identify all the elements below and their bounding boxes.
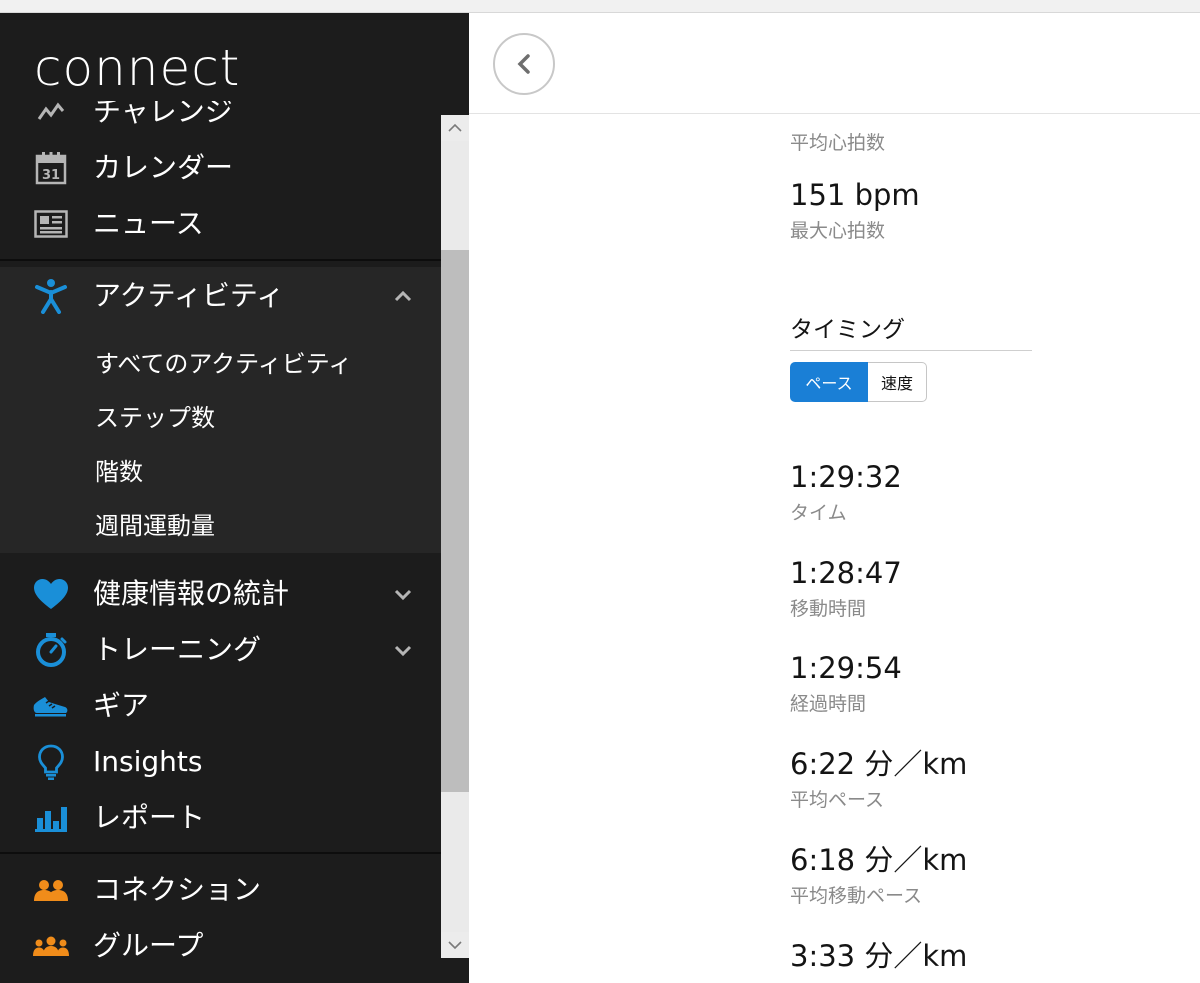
lightbulb-icon: [33, 744, 69, 780]
browser-top-edge: [0, 0, 1200, 13]
back-button[interactable]: [493, 33, 555, 95]
stat-avg-heart-rate: 平均心拍数: [790, 115, 885, 153]
sidebar-item-gear[interactable]: ギア: [0, 679, 441, 733]
stat-value: [790, 115, 885, 122]
sidebar-item-label: チャレンジ: [93, 101, 233, 128]
sidebar-item-label: グループ: [93, 929, 204, 962]
stat-value: 1:29:54: [790, 651, 902, 685]
sidebar-item-activities[interactable]: アクティビティ: [0, 269, 441, 323]
calendar-day-text: 31: [42, 168, 60, 183]
stat-max-heart-rate: 151 bpm 最大心拍数: [790, 181, 920, 241]
chevron-left-icon: [517, 54, 530, 74]
sidebar-item-connections[interactable]: コネクション: [0, 863, 441, 917]
sidebar-menu: チャレンジ 31 カレンダー ニュース アクティビティ すべてのアクティビティ …: [0, 101, 441, 983]
chevron-down-icon: [448, 941, 462, 950]
sidebar-item-reports[interactable]: レポート: [0, 791, 441, 845]
news-icon: [33, 206, 69, 242]
calendar-icon: 31: [33, 150, 69, 186]
scroll-up-button[interactable]: [441, 115, 469, 141]
stat-avg-pace: 6:22 分／km 平均ペース: [790, 750, 967, 810]
stat-caption: 最大心拍数: [790, 220, 886, 242]
submenu-all-activities[interactable]: すべてのアクティビティ: [95, 352, 352, 376]
sidebar-item-challenge[interactable]: チャレンジ: [0, 101, 441, 139]
connections-icon: [33, 872, 69, 908]
sidebar-item-label: コネクション: [93, 873, 262, 906]
section-title-timing: タイミング: [790, 310, 1032, 351]
stat-avg-moving-pace: 6:18 分／km 平均移動ペース: [790, 846, 967, 906]
stat-time: 1:29:32 タイム: [790, 463, 902, 523]
toggle-speed[interactable]: 速度: [868, 362, 927, 402]
sidebar-item-news[interactable]: ニュース: [0, 197, 441, 251]
stat-value: 1:28:47: [790, 556, 902, 590]
stat-caption: 移動時間: [790, 598, 867, 620]
sidebar-item-calendar[interactable]: 31 カレンダー: [0, 141, 441, 195]
activity-stats-panel: 平均心拍数 151 bpm 最大心拍数 タイミング ペース 速度 1:29:32…: [790, 115, 1200, 983]
stat-caption: 平均移動ペース: [790, 885, 923, 907]
shoe-icon: [33, 688, 69, 724]
sidebar-item-insights[interactable]: Insights: [0, 735, 441, 789]
sidebar-item-label: ギア: [93, 689, 150, 722]
sidebar-item-label: トレーニング: [93, 633, 262, 666]
stat-caption: 平均心拍数: [790, 132, 886, 154]
pace-speed-toggle: ペース 速度: [790, 362, 927, 402]
stat-best-pace: 3:33 分／km: [790, 942, 967, 983]
sidebar-item-label: アクティビティ: [93, 279, 285, 312]
sidebar: connect チャレンジ 31 カレンダー ニュース アクティビティ すべての…: [0, 13, 469, 983]
sidebar-item-label: Insights: [93, 745, 203, 778]
stopwatch-icon: [33, 632, 69, 668]
challenge-icon: [33, 101, 69, 130]
stat-value: 6:18 分／km: [790, 843, 968, 877]
sidebar-item-groups[interactable]: グループ: [0, 919, 441, 973]
stat-value: 151 bpm: [790, 178, 920, 212]
chevron-down-icon[interactable]: [392, 583, 414, 605]
stat-caption: 平均ペース: [790, 789, 885, 811]
connect-logo[interactable]: connect: [34, 43, 240, 93]
sidebar-item-health-stats[interactable]: 健康情報の統計: [0, 567, 441, 621]
heart-icon: [33, 576, 69, 612]
sidebar-divider: [0, 852, 441, 854]
sidebar-divider: [0, 259, 441, 261]
scroll-down-button[interactable]: [441, 932, 469, 958]
activity-person-icon: [33, 278, 69, 314]
submenu-floors[interactable]: 階数: [95, 460, 143, 484]
submenu-steps[interactable]: ステップ数: [95, 406, 215, 430]
sidebar-item-label: カレンダー: [93, 151, 234, 184]
groups-icon: [33, 928, 69, 964]
chevron-up-icon: [448, 123, 462, 132]
chevron-down-icon[interactable]: [392, 639, 414, 661]
stat-value: 1:29:32: [790, 460, 902, 494]
stat-elapsed-time: 1:29:54 経過時間: [790, 654, 902, 714]
stat-value: 3:33 分／km: [790, 939, 968, 973]
main-header: [469, 13, 1200, 114]
sidebar-scrollbar-thumb[interactable]: [441, 250, 469, 792]
sidebar-item-training[interactable]: トレーニング: [0, 623, 441, 677]
submenu-weekly-intensity[interactable]: 週間運動量: [95, 514, 215, 538]
stat-value: 6:22 分／km: [790, 747, 968, 781]
stat-caption: 経過時間: [790, 693, 867, 715]
sidebar-item-label: 健康情報の統計: [93, 577, 290, 610]
stat-caption: タイム: [790, 502, 847, 524]
toggle-pace[interactable]: ペース: [790, 362, 868, 402]
bar-chart-icon: [33, 800, 69, 836]
sidebar-item-label: レポート: [93, 801, 206, 834]
chevron-up-icon[interactable]: [392, 285, 414, 307]
sidebar-item-label: ニュース: [93, 207, 204, 240]
stat-moving-time: 1:28:47 移動時間: [790, 559, 902, 619]
